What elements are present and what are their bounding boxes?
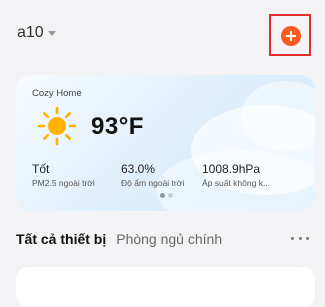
stat-label: PM2.5 ngoài trời bbox=[32, 178, 95, 188]
caret-down-icon bbox=[47, 30, 56, 36]
stat-value: Tốt bbox=[32, 162, 50, 176]
more-dot bbox=[306, 237, 309, 240]
more-dot bbox=[291, 237, 294, 240]
home-label: Cozy Home bbox=[32, 88, 82, 99]
tab-master-bedroom[interactable]: Phòng ngủ chính bbox=[116, 231, 222, 247]
home-name: a10 bbox=[17, 24, 44, 41]
page-dot bbox=[168, 193, 173, 198]
stat-air-quality: Tốt PM2.5 ngoài trời bbox=[32, 162, 95, 188]
stat-value: 1008.9hPa bbox=[202, 162, 261, 176]
weather-card[interactable]: Cozy Home 93°F Tốt PM2.5 ngoài trời 63.0… bbox=[16, 75, 315, 211]
home-selector[interactable]: a10 bbox=[17, 24, 56, 42]
room-tabs: Tất cả thiết bị Phòng ngủ chính bbox=[16, 231, 222, 247]
device-card[interactable] bbox=[16, 267, 315, 307]
more-dot bbox=[298, 237, 302, 240]
add-device-button[interactable] bbox=[281, 26, 301, 46]
stat-value: 63.0% bbox=[121, 162, 156, 176]
stat-humidity: 63.0% Độ ẩm ngoài trời bbox=[121, 162, 184, 188]
add-device-highlight bbox=[269, 14, 311, 56]
stat-label: Độ ẩm ngoài trời bbox=[121, 178, 185, 188]
stat-pressure: 1008.9hPa Áp suất không k... bbox=[202, 162, 270, 188]
sun-icon bbox=[37, 106, 77, 146]
more-options-icon[interactable] bbox=[291, 237, 309, 240]
page-indicator bbox=[160, 193, 173, 198]
stat-label: Áp suất không k... bbox=[202, 178, 271, 188]
tab-all-devices[interactable]: Tất cả thiết bị bbox=[16, 231, 106, 247]
temperature-value: 93°F bbox=[91, 113, 144, 140]
page-dot bbox=[160, 193, 165, 198]
